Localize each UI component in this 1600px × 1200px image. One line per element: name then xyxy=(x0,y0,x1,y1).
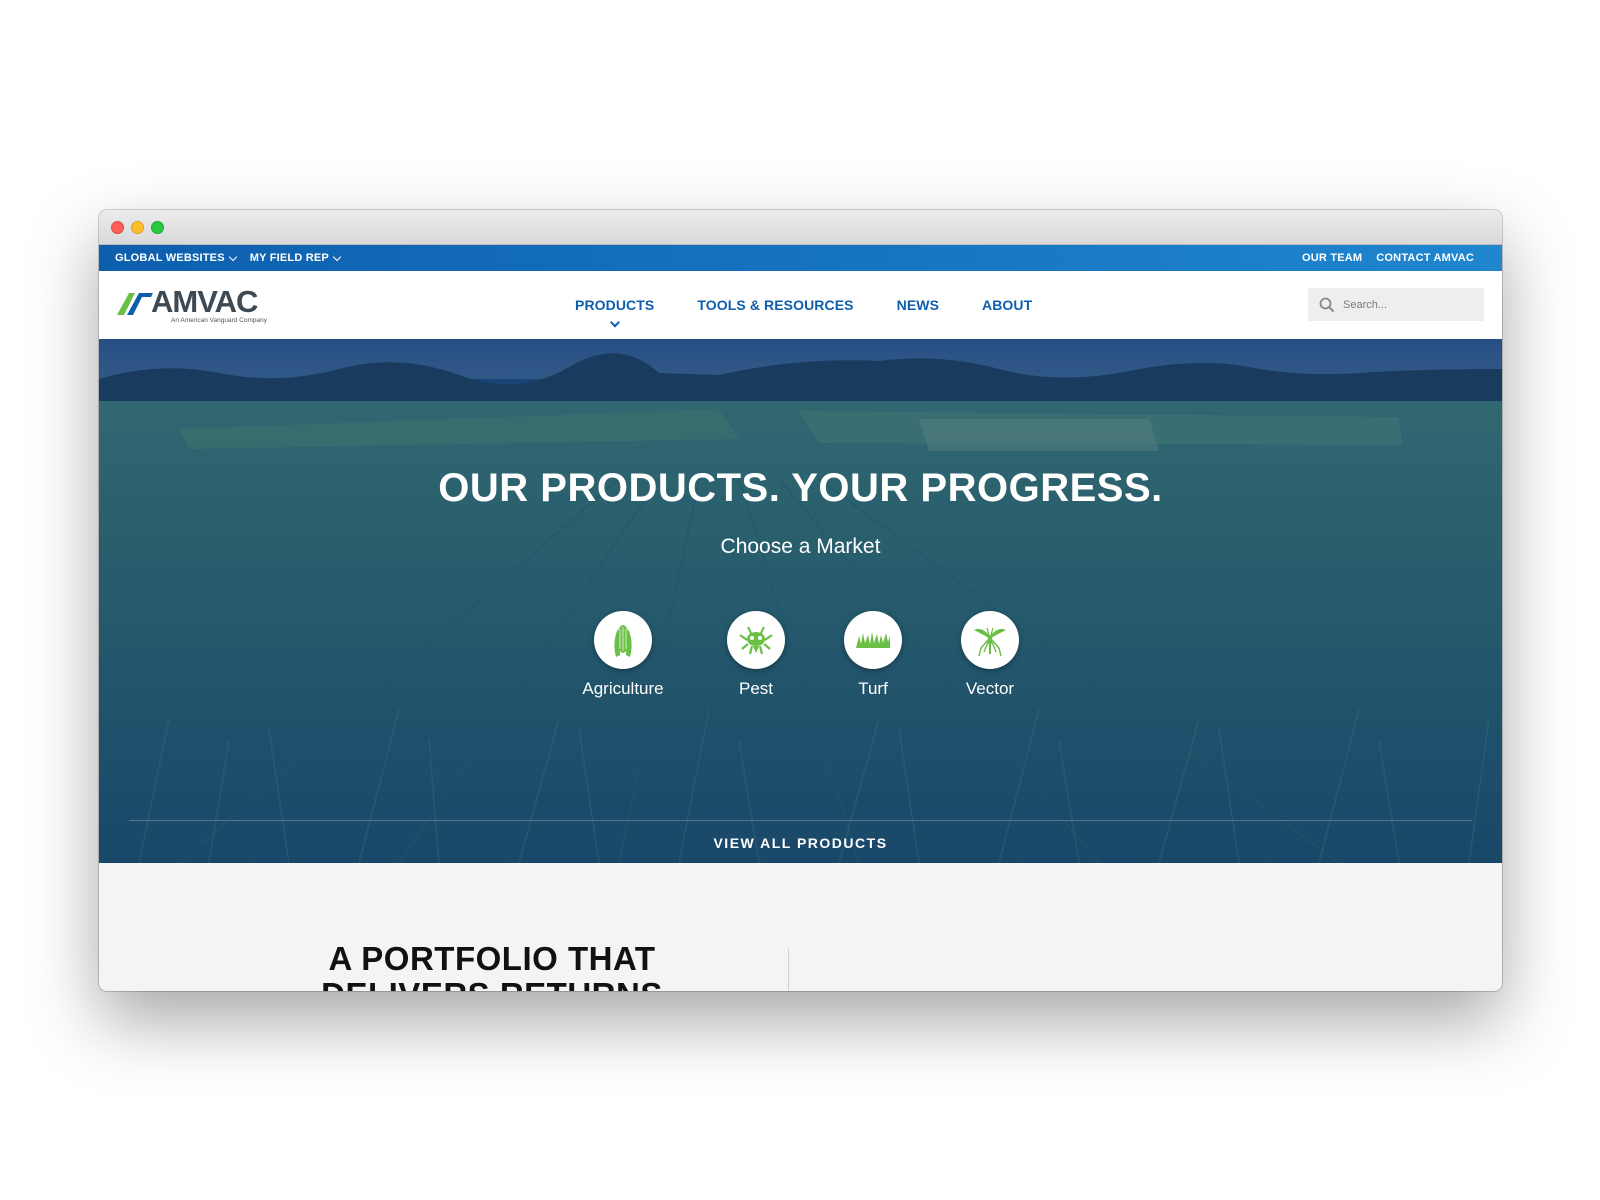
nav-about[interactable]: ABOUT xyxy=(982,297,1032,313)
chevron-down-icon xyxy=(228,252,237,261)
window-titlebar xyxy=(99,210,1502,245)
portfolio-section: A PORTFOLIO THAT DELIVERS RETURNS xyxy=(99,863,1502,991)
market-label: Agriculture xyxy=(582,679,664,698)
logo-mark-icon xyxy=(117,293,153,315)
close-window-button[interactable] xyxy=(111,221,124,234)
market-icon-circle xyxy=(594,611,652,669)
search-input[interactable] xyxy=(1341,297,1475,312)
market-agriculture[interactable]: Agriculture xyxy=(573,611,673,699)
ant-icon xyxy=(739,626,773,655)
zoom-window-button[interactable] xyxy=(151,221,164,234)
nav-tools-resources[interactable]: TOOLS & RESOURCES xyxy=(697,297,853,313)
search-icon xyxy=(1319,297,1335,312)
amvac-logo[interactable]: AMVAC An American Vanguard Company xyxy=(115,284,285,325)
main-header: AMVAC An American Vanguard Company PRODU… xyxy=(99,271,1502,339)
market-pest[interactable]: Pest xyxy=(706,611,806,699)
section-divider xyxy=(788,949,789,991)
market-icon-circle xyxy=(961,611,1019,669)
market-label: Vector xyxy=(965,679,1015,698)
market-label: Pest xyxy=(738,679,774,698)
hero-title: OUR PRODUCTS. YOUR PROGRESS. xyxy=(438,466,1163,510)
hero-subtitle: Choose a Market xyxy=(720,535,881,558)
market-vector[interactable]: Vector xyxy=(940,611,1040,699)
utility-bar: GLOBAL WEBSITES MY FIELD REP OUR TEAM CO… xyxy=(99,245,1502,271)
chevron-down-icon xyxy=(332,252,342,261)
market-icon-circle xyxy=(844,611,902,669)
grass-icon xyxy=(856,632,890,648)
market-label: Turf xyxy=(858,679,888,698)
nav-products[interactable]: PRODUCTS xyxy=(575,297,654,313)
hero-banner: OUR PRODUCTS. YOUR PROGRESS. Choose a Ma… xyxy=(99,339,1502,863)
our-team-link[interactable]: OUR TEAM xyxy=(1302,252,1362,264)
market-turf[interactable]: Turf xyxy=(823,611,923,699)
logo-wordmark: AMVAC xyxy=(151,284,258,319)
view-all-products-link[interactable]: VIEW ALL PRODUCTS xyxy=(99,835,1502,851)
my-field-rep-label: MY FIELD REP xyxy=(249,252,329,264)
corn-icon xyxy=(614,625,632,657)
browser-window: GLOBAL WEBSITES MY FIELD REP OUR TEAM CO… xyxy=(99,210,1502,991)
search-box[interactable] xyxy=(1308,288,1484,321)
logo-tagline: An American Vanguard Company xyxy=(171,317,267,324)
mosquito-icon xyxy=(974,627,1006,657)
global-websites-link[interactable]: GLOBAL WEBSITES xyxy=(115,252,237,264)
portfolio-heading: A PORTFOLIO THAT DELIVERS RETURNS xyxy=(321,940,662,992)
main-nav: PRODUCTS TOOLS & RESOURCES NEWS ABOUT xyxy=(575,271,1075,339)
hero-blue-overlay xyxy=(99,339,1502,863)
nav-news[interactable]: NEWS xyxy=(897,297,939,313)
my-field-rep-link[interactable]: MY FIELD REP xyxy=(249,252,342,264)
global-websites-label: GLOBAL WEBSITES xyxy=(115,252,225,264)
minimize-window-button[interactable] xyxy=(131,221,144,234)
hero-divider xyxy=(129,820,1472,821)
market-icon-circle xyxy=(727,611,785,669)
contact-amvac-link[interactable]: CONTACT AMVAC xyxy=(1376,252,1474,264)
